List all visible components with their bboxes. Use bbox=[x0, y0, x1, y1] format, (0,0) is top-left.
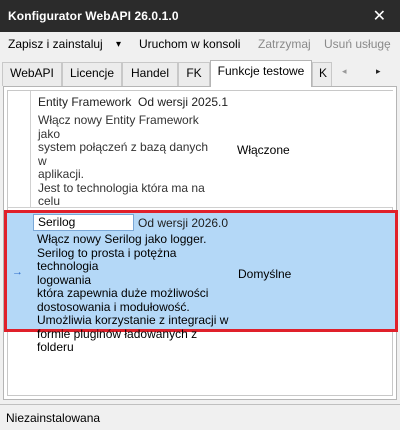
feature-version: Od wersji 2026.0 bbox=[138, 216, 229, 230]
chevron-down-icon[interactable]: ▾ bbox=[116, 39, 121, 50]
tab-fk[interactable]: FK bbox=[178, 62, 210, 86]
stop-button[interactable]: Zatrzymaj bbox=[258, 37, 311, 51]
tab-scroll-left-icon[interactable]: ◂ bbox=[342, 66, 347, 77]
row-marker-arrow-icon: → bbox=[12, 266, 23, 278]
tab-webapi[interactable]: WebAPI bbox=[2, 62, 62, 86]
save-and-install-button[interactable]: Zapisz i zainstaluj bbox=[8, 37, 103, 51]
feature-description: Włącz nowy Serilog jako logger. Serilog … bbox=[37, 232, 229, 354]
tab-licencje[interactable]: Licencje bbox=[62, 62, 122, 86]
feature-name[interactable]: Entity Framework bbox=[38, 95, 131, 109]
tab-scroll-right-icon[interactable]: ▸ bbox=[376, 66, 381, 77]
run-in-console-button[interactable]: Uruchom w konsoli bbox=[139, 37, 240, 51]
row-header[interactable] bbox=[8, 91, 31, 207]
feature-state[interactable]: Włączone bbox=[237, 143, 290, 157]
feature-name-input[interactable]: Serilog bbox=[33, 214, 134, 231]
tab-partial[interactable]: K bbox=[312, 62, 332, 86]
remove-service-button[interactable]: Usuń usługę bbox=[324, 37, 391, 51]
feature-state[interactable]: Domyślne bbox=[238, 267, 291, 281]
service-status: Niezainstalowana bbox=[6, 411, 101, 425]
row-divider bbox=[8, 207, 392, 208]
feature-row-selected[interactable]: → Serilog Od wersji 2026.0 Włącz nowy Se… bbox=[4, 210, 398, 354]
window-title: Konfigurator WebAPI 26.0.1.0 bbox=[8, 9, 179, 23]
status-bar: Niezainstalowana bbox=[0, 404, 400, 430]
feature-row[interactable]: Entity Framework Od wersji 2025.1 Włącz … bbox=[32, 91, 393, 262]
tab-panel: Entity Framework Od wersji 2025.1 Włącz … bbox=[3, 86, 398, 400]
feature-version: Od wersji 2025.1 bbox=[138, 95, 229, 109]
tab-strip: WebAPI Licencje Handel FK Funkcje testow… bbox=[0, 60, 400, 87]
close-icon[interactable]: ✕ bbox=[373, 6, 386, 26]
title-bar: Konfigurator WebAPI 26.0.1.0 ✕ bbox=[0, 0, 400, 32]
tab-funkcje-testowe[interactable]: Funkcje testowe bbox=[210, 60, 312, 87]
tab-handel[interactable]: Handel bbox=[122, 62, 178, 86]
toolbar: Zapisz i zainstaluj ▾ Uruchom w konsoli … bbox=[0, 32, 400, 58]
